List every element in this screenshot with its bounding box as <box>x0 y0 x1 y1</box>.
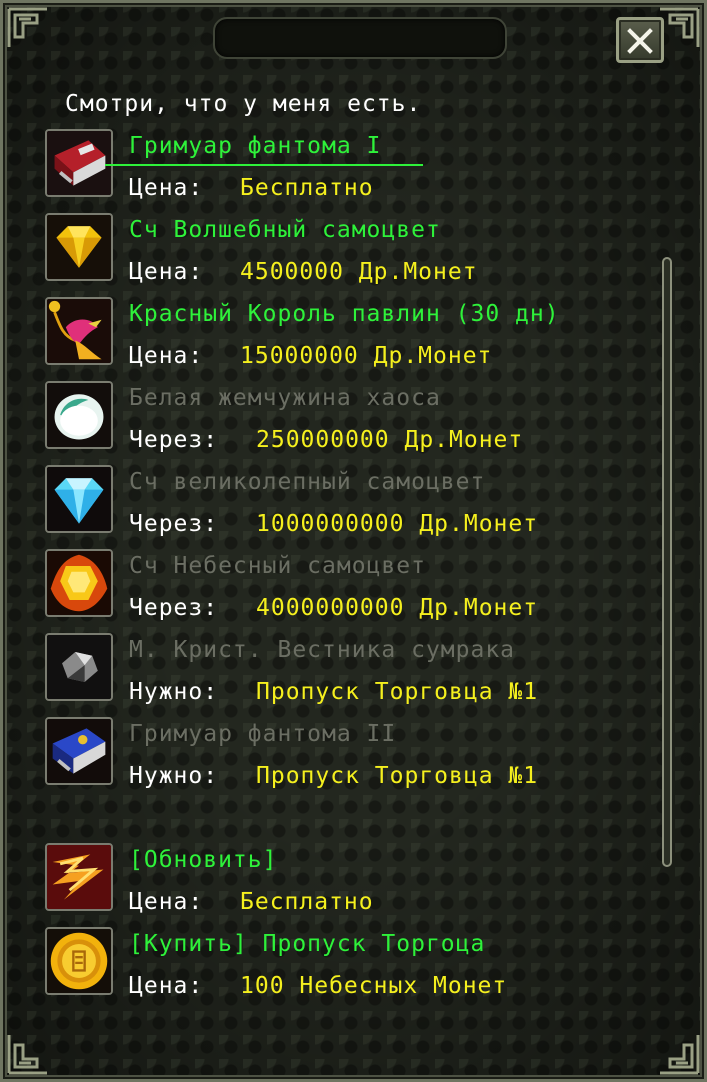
price-value: 1000000000 Др.Монет <box>256 511 539 537</box>
shop-item-row[interactable]: Красный Король павлин (30 дн) Цена: 1500… <box>45 295 645 379</box>
dark-crystal-icon <box>45 633 113 701</box>
item-name[interactable]: Сч Небесный самоцвет <box>129 553 426 579</box>
selection-underline <box>105 164 423 166</box>
price-label: Через: <box>129 511 219 537</box>
gold-coin-icon <box>45 927 113 995</box>
price-label: Цена: <box>129 259 204 285</box>
shop-item-row[interactable]: М. Крист. Вестника сумрака Нужно: Пропус… <box>45 631 645 715</box>
item-name[interactable]: Красный Король павлин (30 дн) <box>129 301 560 327</box>
blue-diamond-icon <box>45 465 113 533</box>
close-icon <box>627 28 653 54</box>
shop-dialog: Смотри, что у меня есть. Гримуар фантома… <box>0 0 707 1082</box>
refresh-row[interactable]: [Обновить] Цена: Бесплатно <box>45 841 645 925</box>
price-label: Цена: <box>129 973 204 999</box>
price-value: Пропуск Торговца №1 <box>256 679 539 705</box>
golden-gem-icon <box>45 549 113 617</box>
price-value: 250000000 Др.Монет <box>256 427 524 453</box>
price-value: Пропуск Торговца №1 <box>256 763 539 789</box>
shop-item-row[interactable]: Сч великолепный самоцвет Через: 10000000… <box>45 463 645 547</box>
item-name[interactable]: Сч Волшебный самоцвет <box>129 217 441 243</box>
lightning-refresh-icon <box>45 843 113 911</box>
item-name[interactable]: Сч великолепный самоцвет <box>129 469 485 495</box>
white-pearl-icon <box>45 381 113 449</box>
price-value: 4000000000 Др.Монет <box>256 595 539 621</box>
corner-ornament <box>7 7 59 59</box>
red-grimoire-icon <box>45 129 113 197</box>
corner-ornament <box>7 1023 59 1075</box>
price-label: Цена: <box>129 889 204 915</box>
refresh-button[interactable]: [Обновить] <box>129 847 277 873</box>
price-value: Бесплатно <box>240 175 374 201</box>
price-label: Цена: <box>129 175 204 201</box>
corner-ornament <box>648 1023 700 1075</box>
item-name[interactable]: Гримуар фантома I <box>129 133 381 159</box>
scrollbar[interactable] <box>662 257 672 867</box>
shop-item-row[interactable]: Гримуар фантома I Цена: Бесплатно <box>45 127 645 211</box>
price-label: Через: <box>129 427 219 453</box>
item-name[interactable]: Гримуар фантома II <box>129 721 396 747</box>
red-peacock-icon <box>45 297 113 365</box>
price-value: Бесплатно <box>240 889 374 915</box>
shop-item-row[interactable]: Белая жемчужина хаоса Через: 250000000 Д… <box>45 379 645 463</box>
shop-item-row[interactable]: Сч Небесный самоцвет Через: 4000000000 Д… <box>45 547 645 631</box>
shop-item-row[interactable]: Сч Волшебный самоцвет Цена: 4500000 Др.М… <box>45 211 645 295</box>
buy-pass-button[interactable]: [Купить] Пропуск Торгоца <box>129 931 485 957</box>
item-name[interactable]: Белая жемчужина хаоса <box>129 385 441 411</box>
title-bar <box>213 17 507 59</box>
price-label: Через: <box>129 595 219 621</box>
price-value: 4500000 Др.Монет <box>240 259 478 285</box>
buy-pass-row[interactable]: [Купить] Пропуск Торгоца Цена: 100 Небес… <box>45 925 645 1009</box>
price-value: 100 Небесных Монет <box>240 973 508 999</box>
price-label: Нужно: <box>129 679 219 705</box>
item-name[interactable]: М. Крист. Вестника сумрака <box>129 637 515 663</box>
blue-grimoire-icon <box>45 717 113 785</box>
price-label: Нужно: <box>129 763 219 789</box>
price-label: Цена: <box>129 343 204 369</box>
price-value: 15000000 Др.Монет <box>240 343 493 369</box>
npc-greeting: Смотри, что у меня есть. <box>65 91 422 117</box>
shop-item-row[interactable]: Гримуар фантома II Нужно: Пропуск Торгов… <box>45 715 645 799</box>
yellow-gem-icon <box>45 213 113 281</box>
close-button[interactable] <box>616 17 664 63</box>
